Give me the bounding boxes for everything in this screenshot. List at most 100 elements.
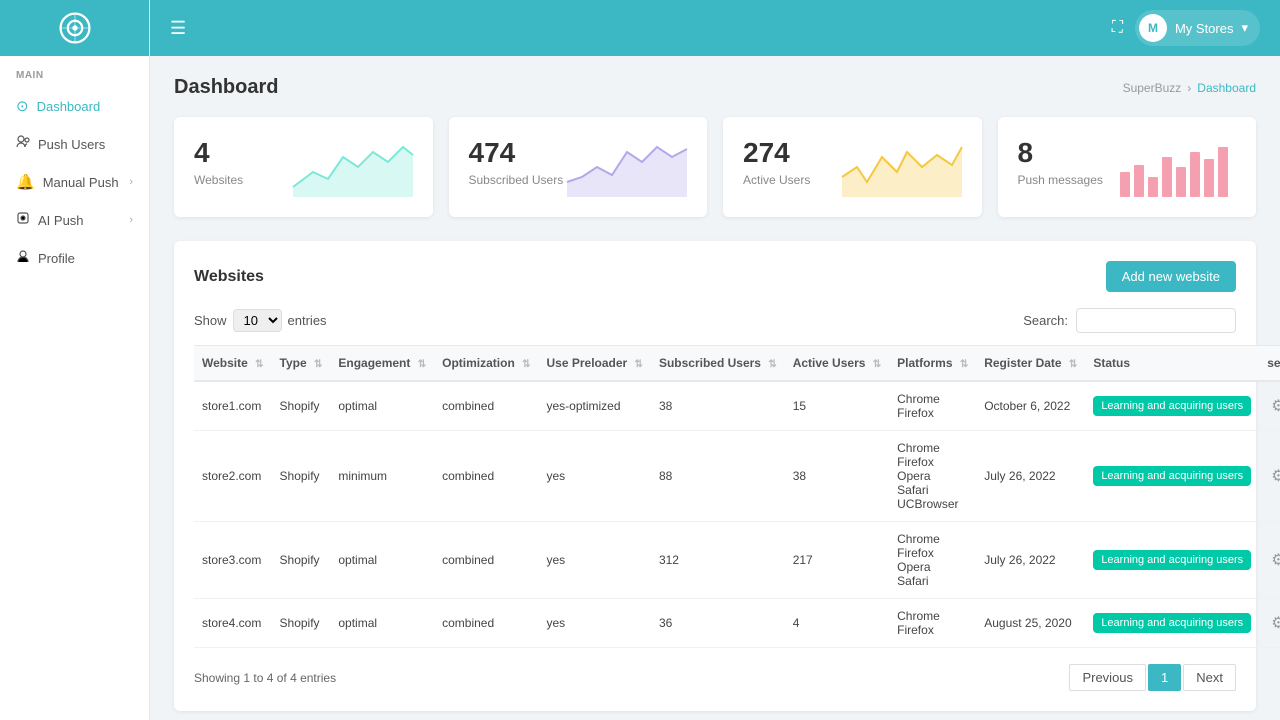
stats-row: 4 Websites 474 Subscribed Users — [174, 117, 1256, 217]
table-header-row: Website ⇅ Type ⇅ Engagement ⇅ Optimizati… — [194, 346, 1280, 382]
col-engagement: Engagement ⇅ — [330, 346, 434, 382]
table-row: store2.comShopifyminimumcombinedyes8838C… — [194, 431, 1280, 522]
sidebar-item-ai-push[interactable]: AI Push › — [0, 201, 149, 239]
cell-optimization: combined — [434, 522, 538, 599]
col-platforms: Platforms ⇅ — [889, 346, 976, 382]
cell-subscribed-users: 36 — [651, 599, 785, 648]
sidebar-item-label: AI Push — [38, 213, 84, 228]
cell-optimization: combined — [434, 599, 538, 648]
cell-website: store2.com — [194, 431, 272, 522]
manual-push-icon: 🔔 — [16, 173, 35, 191]
col-subscribed-users: Subscribed Users ⇅ — [651, 346, 785, 382]
table-row: store3.comShopifyoptimalcombinedyes31221… — [194, 522, 1280, 599]
avatar: M — [1139, 14, 1167, 42]
sort-icon: ⇅ — [768, 359, 776, 370]
cell-subscribed-users: 312 — [651, 522, 785, 599]
app-logo-icon — [57, 10, 93, 46]
stat-chart-websites — [293, 137, 413, 197]
settings-icon[interactable]: ⚙ — [1267, 466, 1280, 487]
sort-icon: ⇅ — [635, 359, 643, 370]
cell-register-date: October 6, 2022 — [976, 381, 1085, 431]
cell-engagement: optimal — [330, 381, 434, 431]
sidebar-item-label: Dashboard — [37, 99, 101, 114]
col-use-preloader: Use Preloader ⇅ — [539, 346, 651, 382]
cell-settings: ⚙ — [1259, 522, 1280, 599]
cell-status: Learning and acquiring users — [1085, 381, 1259, 431]
search-label: Search: — [1023, 313, 1068, 328]
sort-icon: ⇅ — [314, 359, 322, 370]
add-website-button[interactable]: Add new website — [1106, 261, 1236, 292]
dropdown-icon: ▾ — [1241, 20, 1248, 36]
cell-subscribed-users: 38 — [651, 381, 785, 431]
sidebar-item-push-users[interactable]: Push Users — [0, 125, 149, 163]
sort-icon: ⇅ — [960, 359, 968, 370]
cell-optimization: combined — [434, 381, 538, 431]
prev-button[interactable]: Previous — [1069, 664, 1146, 691]
cell-platforms: Chrome Firefox Opera Safari — [889, 522, 976, 599]
app-container: MAIN ⊙ Dashboard Push Users 🔔 Manual Pus… — [0, 0, 1280, 720]
status-badge: Learning and acquiring users — [1093, 396, 1251, 416]
chevron-right-icon: › — [129, 176, 133, 188]
hamburger-icon[interactable]: ☰ — [170, 18, 186, 39]
cell-settings: ⚙ — [1259, 381, 1280, 431]
cell-platforms: Chrome Firefox — [889, 599, 976, 648]
sort-icon: ⇅ — [1069, 359, 1077, 370]
cell-register-date: July 26, 2022 — [976, 522, 1085, 599]
settings-icon[interactable]: ⚙ — [1267, 550, 1280, 571]
stat-label-subscribed: Subscribed Users — [469, 173, 564, 187]
stat-card-websites: 4 Websites — [174, 117, 433, 217]
user-menu[interactable]: M My Stores ▾ — [1135, 10, 1260, 46]
entries-label: entries — [288, 313, 327, 328]
cell-active-users: 217 — [785, 522, 889, 599]
table-controls: Show 10 25 50 entries Search: — [194, 308, 1236, 333]
sidebar-logo — [0, 0, 149, 56]
entries-select[interactable]: 10 25 50 — [233, 309, 282, 332]
cell-optimization: combined — [434, 431, 538, 522]
sidebar-item-dashboard[interactable]: ⊙ Dashboard — [0, 87, 149, 125]
settings-icon[interactable]: ⚙ — [1267, 396, 1280, 417]
stat-chart-active — [842, 137, 962, 197]
cell-subscribed-users: 88 — [651, 431, 785, 522]
col-status: Status — [1085, 346, 1259, 382]
ai-push-icon — [16, 211, 30, 229]
page-content: Dashboard SuperBuzz › Dashboard 4 Websit… — [150, 56, 1280, 720]
pagination-info: Showing 1 to 4 of 4 entries — [194, 671, 336, 685]
push-users-icon — [16, 135, 30, 153]
data-table: Website ⇅ Type ⇅ Engagement ⇅ Optimizati… — [194, 345, 1280, 648]
col-settings: settings — [1259, 346, 1280, 382]
table-row: store4.comShopifyoptimalcombinedyes364Ch… — [194, 599, 1280, 648]
main-area: ☰ ⛶ M My Stores ▾ Dashboard SuperBuzz › … — [150, 0, 1280, 720]
cell-type: Shopify — [272, 522, 331, 599]
cell-active-users: 4 — [785, 599, 889, 648]
stat-info-push: 8 Push messages — [1018, 137, 1103, 187]
settings-icon[interactable]: ⚙ — [1267, 613, 1280, 634]
breadcrumb-root: SuperBuzz — [1123, 81, 1182, 95]
search-input[interactable] — [1076, 308, 1236, 333]
cell-engagement: minimum — [330, 431, 434, 522]
next-button[interactable]: Next — [1183, 664, 1236, 691]
cell-register-date: July 26, 2022 — [976, 431, 1085, 522]
fullscreen-icon[interactable]: ⛶ — [1112, 19, 1123, 37]
sidebar-item-profile[interactable]: Profile — [0, 239, 149, 277]
topbar: ☰ ⛶ M My Stores ▾ — [150, 0, 1280, 56]
table-header: Websites Add new website — [194, 261, 1236, 292]
cell-register-date: August 25, 2020 — [976, 599, 1085, 648]
breadcrumb-current: Dashboard — [1197, 81, 1256, 95]
search-box: Search: — [1023, 308, 1236, 333]
col-active-users: Active Users ⇅ — [785, 346, 889, 382]
sidebar-item-manual-push[interactable]: 🔔 Manual Push › — [0, 163, 149, 201]
sidebar-item-label: Manual Push — [43, 175, 119, 190]
breadcrumb: SuperBuzz › Dashboard — [1123, 81, 1256, 95]
pagination-row: Showing 1 to 4 of 4 entries Previous 1 N… — [194, 664, 1236, 691]
cell-website: store4.com — [194, 599, 272, 648]
page-1-button[interactable]: 1 — [1148, 664, 1181, 691]
show-entries: Show 10 25 50 entries — [194, 309, 327, 332]
stat-chart-push — [1116, 137, 1236, 197]
stat-info-active: 274 Active Users — [743, 137, 810, 187]
stat-card-push: 8 Push messages — [998, 117, 1257, 217]
cell-settings: ⚙ — [1259, 599, 1280, 648]
topbar-right: ⛶ M My Stores ▾ — [1112, 10, 1260, 46]
col-optimization: Optimization ⇅ — [434, 346, 538, 382]
sort-icon: ⇅ — [418, 359, 426, 370]
show-label: Show — [194, 313, 227, 328]
